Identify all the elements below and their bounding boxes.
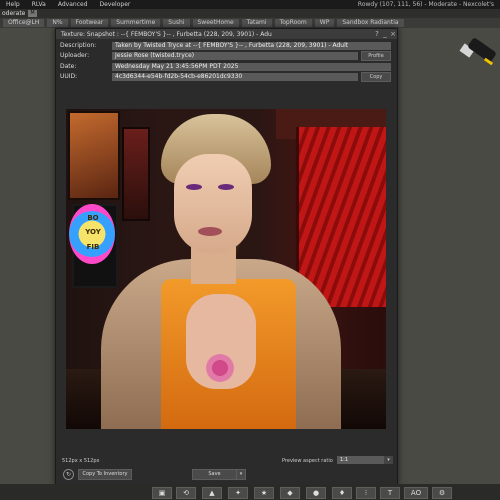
avatar-left-eye — [186, 184, 202, 190]
close-icon[interactable]: × — [389, 29, 397, 39]
date-field: Wednesday May 21 3:45:56PM PDT 2025 — [112, 62, 391, 71]
refresh-icon[interactable]: ↻ — [63, 469, 74, 480]
texture-image[interactable]: BO YOY FIB — [66, 109, 386, 429]
hand-tattoo — [206, 354, 234, 382]
favorite-n[interactable]: N% — [47, 19, 68, 27]
save-label: Save — [208, 471, 221, 477]
usb-body — [467, 37, 497, 63]
favorite-sandbox[interactable]: Sandbox Radiantia — [337, 19, 404, 27]
usb-stick-object[interactable] — [458, 37, 498, 78]
favorite-sweethome[interactable]: SweetHome — [192, 19, 239, 27]
avatar-face — [174, 154, 252, 254]
description-row: Description: Taken by Twisted Tryce at -… — [60, 41, 391, 50]
aspect-ratio-value: 1:1 — [340, 457, 349, 463]
poster-text-2: YOY — [85, 228, 101, 236]
favorite-toproom[interactable]: TopRoom — [274, 19, 312, 27]
window-titlebar[interactable]: Texture: Snapshot : --{ FEMBOY'S }-- , F… — [56, 29, 397, 39]
poster-text-1: BO — [87, 214, 99, 222]
toolbar-button-1[interactable]: ▣ — [152, 487, 172, 499]
toolbar-button-4[interactable]: ✦ — [228, 487, 248, 499]
uploader-field: Jessie Rose (twisted.tryce) — [112, 51, 358, 60]
avatar-lips — [198, 227, 222, 236]
favorite-office[interactable]: Office@LH — [3, 19, 45, 27]
texture-preview-window: Texture: Snapshot : --{ FEMBOY'S }-- , F… — [55, 28, 398, 486]
date-label: Date: — [60, 63, 77, 70]
copy-to-inventory-button[interactable]: Copy To Inventory — [78, 469, 132, 480]
toolbar-button-9[interactable]: ⁝ — [356, 487, 376, 499]
description-label: Description: — [60, 42, 97, 49]
copy-uuid-button[interactable]: Copy — [361, 71, 391, 82]
favorite-footwear[interactable]: Footwear — [70, 19, 109, 27]
minimize-icon[interactable]: _ — [381, 29, 389, 39]
toolbar-button-3[interactable]: ▲ — [202, 487, 222, 499]
toolbar-button-6[interactable]: ◆ — [280, 487, 300, 499]
menu-bar: Help RLVa Advanced Developer Rowdy (107,… — [0, 0, 500, 9]
toolbar-button-2[interactable]: ⟲ — [176, 487, 196, 499]
avatar-right-eye — [218, 184, 234, 190]
menu-help[interactable]: Help — [0, 1, 26, 8]
maturity-badge: M — [28, 10, 37, 17]
toolbar-button-8[interactable]: ♦ — [332, 487, 352, 499]
toolbar-button-12[interactable]: ⚙ — [432, 487, 452, 499]
window-title: Texture: Snapshot : --{ FEMBOY'S }-- , F… — [61, 30, 272, 38]
toolbar-button-7[interactable]: ● — [306, 487, 326, 499]
aspect-ratio-dropdown[interactable]: 1:1 ▾ — [337, 456, 393, 464]
uuid-label: UUID: — [60, 73, 78, 80]
poster-text-3: FIB — [86, 243, 100, 251]
uuid-field[interactable]: 4c3d6344-e54b-fd2b-54cb-e86201dc9330 — [112, 72, 358, 81]
uploader-row: Uploader: Jessie Rose (twisted.tryce) Pr… — [60, 50, 391, 61]
favorite-tatami[interactable]: Tatami — [241, 19, 272, 27]
save-button[interactable]: Save ▾ — [192, 469, 246, 480]
favorite-sushi[interactable]: Sushi — [163, 19, 190, 27]
location-status[interactable]: Rowdy (107, 111, 56) - Moderate - Nexcol… — [358, 1, 500, 8]
favorite-wp[interactable]: WP — [314, 19, 335, 27]
save-dropdown-icon[interactable]: ▾ — [236, 470, 245, 479]
toolbar-button-10[interactable]: T — [380, 487, 400, 499]
favorites-bar: Office@LH N% Footwear Summertime Sushi S… — [0, 18, 500, 28]
menu-developer[interactable]: Developer — [94, 1, 137, 8]
uploader-label: Uploader: — [60, 52, 90, 59]
toolbar-button-5[interactable]: ★ — [254, 487, 274, 499]
date-row: Date: Wednesday May 21 3:45:56PM PDT 202… — [60, 62, 391, 71]
ao-button[interactable]: AO — [404, 487, 428, 499]
favorite-summertime[interactable]: Summertime — [111, 19, 161, 27]
aspect-ratio-label: Preview aspect ratio — [282, 458, 333, 464]
menu-advanced[interactable]: Advanced — [52, 1, 94, 8]
bottom-toolbar: ▣ ⟲ ▲ ✦ ★ ◆ ● ♦ ⁝ T AO ⚙ — [0, 484, 500, 500]
wall-painting — [68, 111, 120, 200]
maturity-label: oderate — [2, 10, 26, 17]
chevron-down-icon: ▾ — [384, 456, 393, 464]
help-icon[interactable]: ? — [373, 29, 381, 39]
description-field[interactable]: Taken by Twisted Tryce at --{ FEMBOY'S }… — [112, 41, 391, 50]
maturity-strip: oderate M — [0, 9, 500, 18]
wall-painting-2 — [122, 127, 150, 221]
uuid-row: UUID: 4c3d6344-e54b-fd2b-54cb-e86201dc93… — [60, 71, 391, 82]
menu-rlva[interactable]: RLVa — [26, 1, 52, 8]
image-dimensions: 512px x 512px — [62, 458, 100, 464]
profile-button[interactable]: Profile — [361, 50, 391, 61]
